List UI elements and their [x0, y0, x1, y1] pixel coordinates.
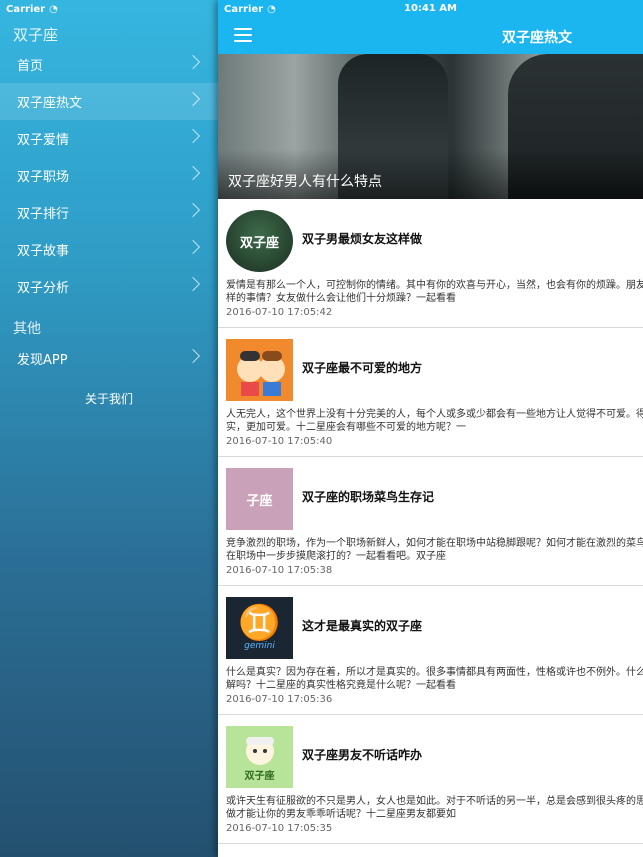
sidebar-item-discover-app[interactable]: 发现APP: [0, 340, 218, 377]
article-title: 双子座男友不听话咋办: [302, 748, 423, 762]
wifi-icon: ◔: [49, 3, 58, 15]
sidebar-item-stories[interactable]: 双子故事: [0, 231, 218, 268]
navbar: Carrier ◔ 10:41 AM 双子座热文: [218, 0, 643, 54]
chevron-right-icon: [185, 276, 201, 292]
article-thumbnail: 双子座: [226, 210, 293, 272]
sidebar-item-label: 双子分析: [17, 281, 70, 296]
article-date: 2016-07-10 17:05:35: [226, 823, 333, 834]
chevron-right-icon: [185, 91, 201, 107]
sidebar-item-hot-articles[interactable]: 双子座热文: [0, 83, 218, 120]
article-date: 2016-07-10 17:05:42: [226, 307, 333, 318]
sidebar-item-label: 双子爱情: [17, 133, 70, 148]
article-date: 2016-07-10 17:05:36: [226, 694, 333, 705]
sidebar-item-analysis[interactable]: 双子分析: [0, 268, 218, 305]
gemini-symbol-icon: ♊: [238, 603, 281, 643]
hero-banner[interactable]: 双子座好男人有什么特点: [218, 54, 643, 199]
chevron-right-icon: [185, 54, 201, 70]
list-item[interactable]: ♊ gemini 这才是最真实的双子座 什么是真实？因为存在着，所以才是真实的。…: [218, 586, 643, 715]
thumbnail-text: 子座: [246, 493, 273, 509]
sidebar-item-ranking[interactable]: 双子排行: [0, 194, 218, 231]
status-bar-left: Carrier ◔: [0, 0, 218, 18]
article-description: 人无完人，这个世界上没有十分完美的人，每个人或多或少都会有一些地方让人觉得不可爱…: [226, 409, 643, 433]
hamburger-menu-icon[interactable]: [234, 28, 252, 42]
list-item[interactable]: 子座 双子座的职场菜鸟生存记 竞争激烈的职场，作为一个职场新鲜人，如何才能在职场…: [218, 457, 643, 586]
sidebar-item-label: 双子职场: [17, 170, 70, 185]
sidebar-item-label: 双子排行: [17, 207, 70, 222]
chevron-right-icon: [185, 239, 201, 255]
chevron-right-icon: [185, 128, 201, 144]
sidebar-item-home[interactable]: 首页: [0, 46, 218, 83]
chevron-right-icon: [185, 348, 201, 364]
thumbnail-text: 双子座: [244, 770, 275, 782]
sidebar-section-other: 其他: [13, 321, 41, 337]
sidebar-item-career[interactable]: 双子职场: [0, 157, 218, 194]
article-thumbnail: 双子座: [226, 726, 293, 788]
article-description: 或许天生有征服欲的不只是男人，女人也是如此。对于不听话的另一半，总是会感到很头疼…: [226, 796, 643, 820]
sidebar-item-love[interactable]: 双子爱情: [0, 120, 218, 157]
sidebar-item-label: 首页: [17, 59, 44, 74]
article-thumbnail: [226, 339, 293, 401]
article-title: 双子座的职场菜鸟生存记: [302, 490, 435, 504]
main-panel: Carrier ◔ 10:41 AM 双子座热文 双子座好男人有什么特点 双子座…: [218, 0, 643, 857]
sidebar-item-label: 双子座热文: [17, 96, 83, 111]
status-time: 10:41 AM: [403, 3, 457, 14]
about-us-link[interactable]: 关于我们: [0, 390, 218, 407]
sidebar-item-label: 双子故事: [17, 244, 70, 259]
cartoon-face-icon: [245, 736, 274, 765]
list-item[interactable]: 双子座 双子男最烦女友这样做 爱情是有那么一个人，可控制你的情绪。其中有你的欢喜…: [218, 199, 643, 328]
hero-title: 双子座好男人有什么特点: [228, 174, 382, 190]
list-item[interactable]: 双子座 双子座男友不听话咋办 或许天生有征服欲的不只是男人，女人也是如此。对于不…: [218, 715, 643, 844]
article-description: 竞争激烈的职场，作为一个职场新鲜人，如何才能在职场中站稳脚跟呢？如何才能在激烈的…: [226, 538, 643, 562]
list-item[interactable]: 双子座最不可爱的地方 人无完人，这个世界上没有十分完美的人，每个人或多或少都会有…: [218, 328, 643, 457]
chevron-right-icon: [185, 202, 201, 218]
sidebar-other-menu: 发现APP: [0, 340, 218, 377]
article-title: 这才是最真实的双子座: [302, 619, 423, 633]
article-thumbnail: ♊ gemini: [226, 597, 293, 659]
article-date: 2016-07-10 17:05:38: [226, 565, 333, 576]
thumbnail-text: gemini: [244, 641, 275, 651]
article-title: 双子男最烦女友这样做: [302, 232, 423, 246]
sidebar: Carrier ◔ 双子座 首页 双子座热文 双子爱情 双子职场 双子排行 双子…: [0, 0, 218, 857]
article-thumbnail: 子座: [226, 468, 293, 530]
article-date: 2016-07-10 17:05:40: [226, 436, 333, 447]
article-list: 双子座 双子男最烦女友这样做 爱情是有那么一个人，可控制你的情绪。其中有你的欢喜…: [218, 199, 643, 844]
carrier-label: Carrier: [6, 3, 46, 15]
sidebar-menu: 首页 双子座热文 双子爱情 双子职场 双子排行 双子故事 双子分析: [0, 46, 218, 305]
page-title: 双子座热文: [502, 30, 572, 46]
sidebar-item-label: 发现APP: [17, 353, 68, 368]
article-title: 双子座最不可爱的地方: [302, 361, 423, 375]
thumbnail-text: 双子座: [239, 235, 279, 251]
article-description: 什么是真实？因为存在着，所以才是真实的。很多事情都具有两面性，性格或许也不例外。…: [226, 667, 643, 691]
chevron-right-icon: [185, 165, 201, 181]
article-description: 爱情是有那么一个人，可控制你的情绪。其中有你的欢喜与开心，当然，也会有你的烦躁。…: [226, 280, 643, 304]
cartoon-couple-icon: [237, 351, 285, 396]
sidebar-title: 双子座: [13, 26, 59, 44]
